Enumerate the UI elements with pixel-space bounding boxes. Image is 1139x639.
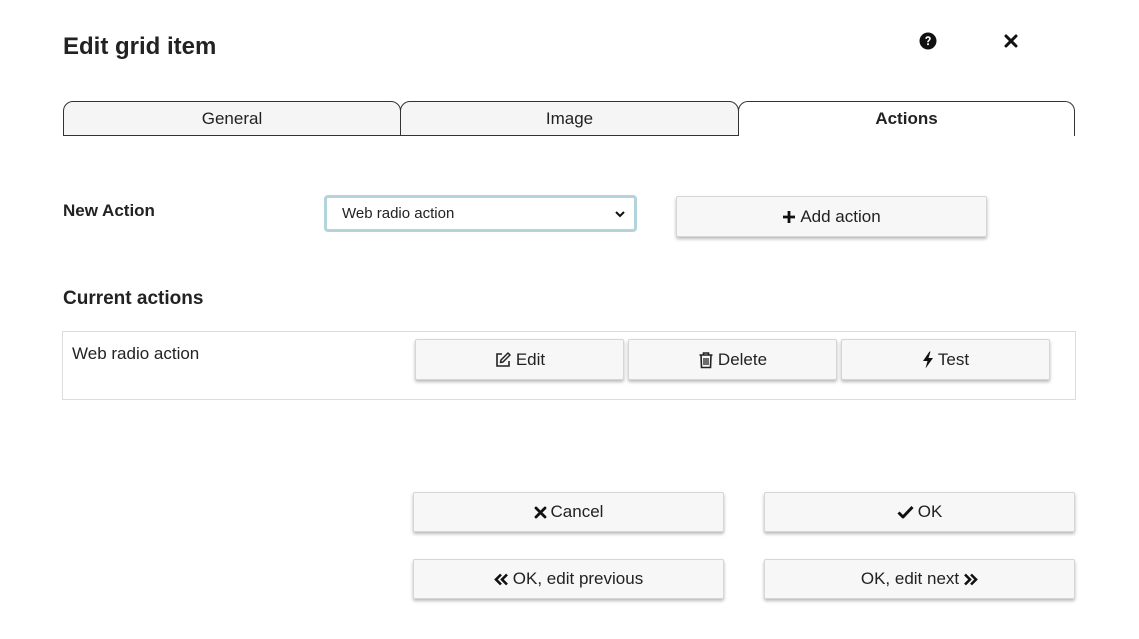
close-icon[interactable] <box>1000 30 1022 52</box>
action-name: Web radio action <box>72 344 200 363</box>
trash-icon <box>699 351 713 368</box>
plus-icon <box>783 210 796 223</box>
delete-action-label: Delete <box>717 349 768 369</box>
pencil-square-icon <box>496 351 511 367</box>
edit-action-button[interactable]: Edit <box>415 339 624 380</box>
double-chevron-right-icon <box>964 573 978 585</box>
delete-action-button[interactable]: Delete <box>628 339 837 380</box>
tab-actions[interactable]: Actions <box>738 101 1075 136</box>
tab-image[interactable]: Image <box>400 101 739 136</box>
ok-edit-previous-button[interactable]: OK, edit previous <box>413 559 724 599</box>
ok-label: OK <box>917 502 943 521</box>
tab-bar: General Image Actions <box>63 101 1075 136</box>
dialog-title: Edit grid item <box>63 33 217 60</box>
ok-button[interactable]: OK <box>764 492 1075 532</box>
double-chevron-left-icon <box>493 573 508 585</box>
add-action-label: Add action <box>800 206 881 226</box>
cancel-button[interactable]: Cancel <box>413 492 724 532</box>
add-action-button[interactable]: Add action <box>676 196 987 237</box>
edit-action-label: Edit <box>515 349 546 369</box>
new-action-label: New Action <box>63 201 155 220</box>
times-icon <box>534 506 546 518</box>
ok-edit-previous-label: OK, edit previous <box>512 569 644 588</box>
ok-edit-next-label: OK, edit next <box>860 569 960 588</box>
ok-edit-next-button[interactable]: OK, edit next <box>764 559 1075 599</box>
new-action-select[interactable]: Web radio action <box>324 195 637 232</box>
new-action-select-value: Web radio action <box>342 205 455 222</box>
chevron-down-icon <box>614 207 626 224</box>
test-action-button[interactable]: Test <box>841 339 1050 380</box>
test-action-label: Test <box>937 349 970 369</box>
bolt-icon <box>922 351 933 368</box>
tab-general[interactable]: General <box>63 101 401 136</box>
help-icon[interactable] <box>917 30 939 52</box>
cancel-label: Cancel <box>550 502 604 521</box>
check-icon <box>897 505 914 519</box>
current-actions-heading: Current actions <box>63 288 204 309</box>
edit-grid-item-dialog: Edit grid item General Image Actions New… <box>0 0 1139 639</box>
